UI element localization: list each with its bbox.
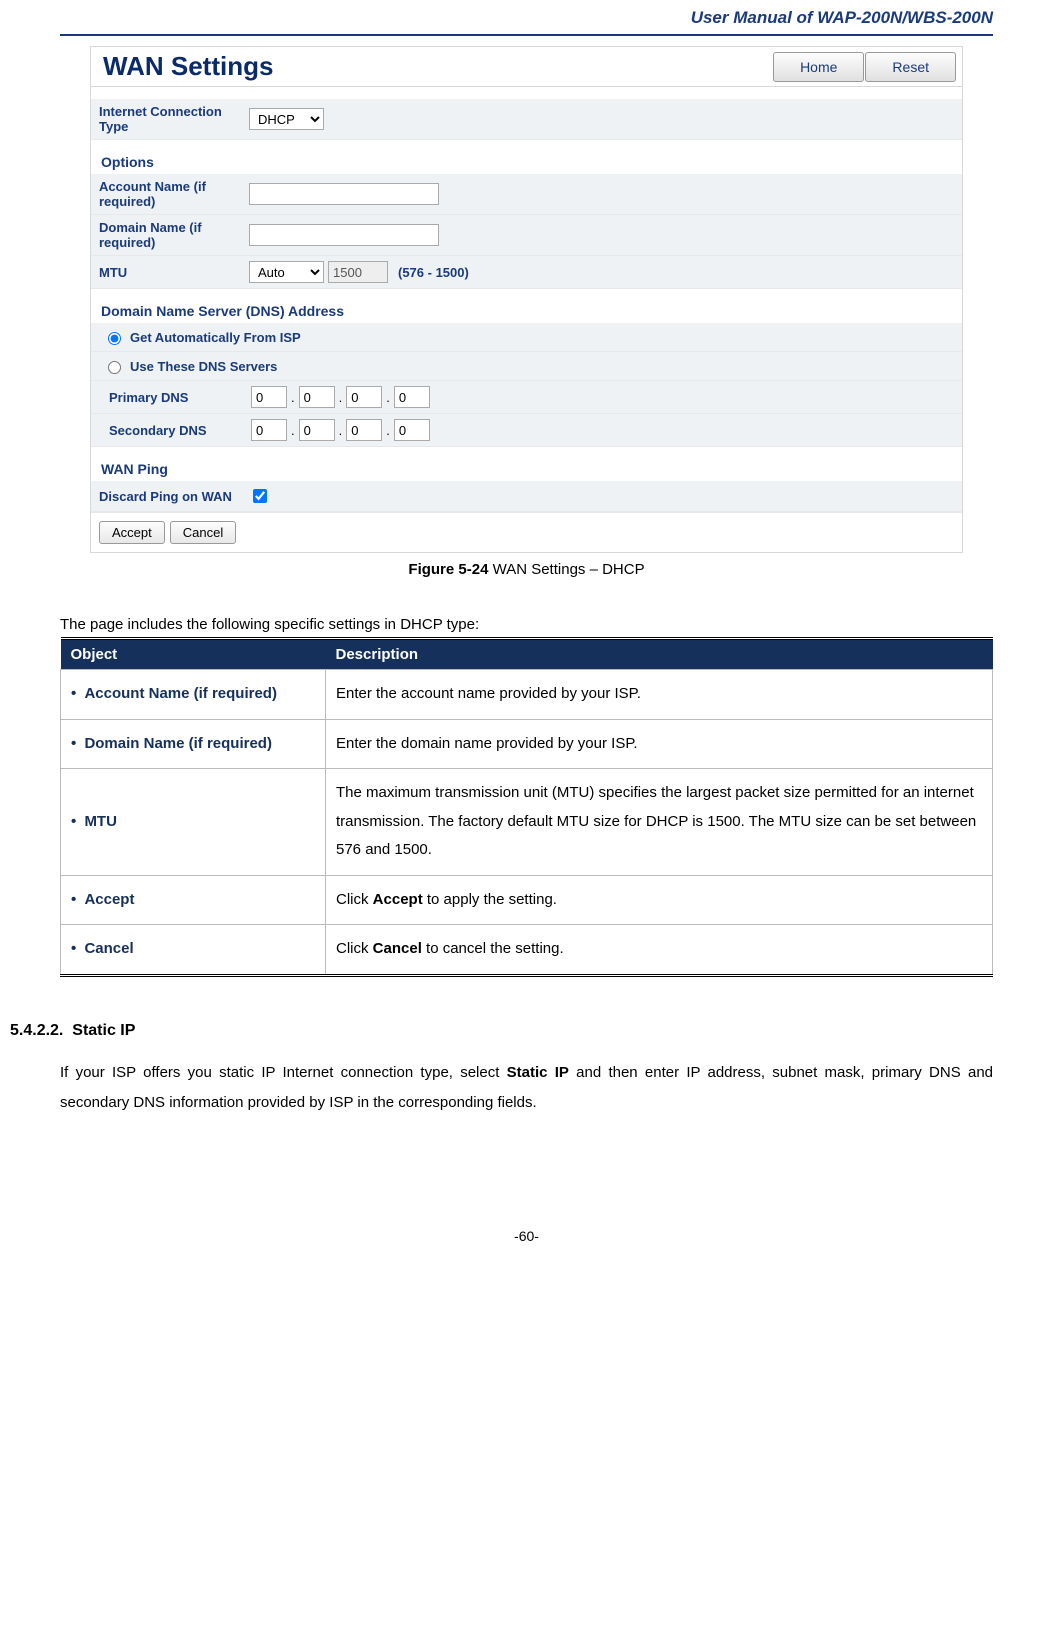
desc-cell: Click Cancel to cancel the setting. — [326, 925, 993, 976]
secondary-dns-oct2[interactable] — [299, 419, 335, 441]
secondary-dns-oct1[interactable] — [251, 419, 287, 441]
dns-auto-label: Get Automatically From ISP — [130, 330, 301, 345]
mtu-value-input — [328, 261, 388, 283]
section-body: If your ISP offers you static IP Interne… — [60, 1058, 993, 1118]
account-name-label: Account Name (if required) — [99, 179, 249, 209]
mtu-mode-select[interactable]: Auto — [249, 261, 324, 283]
secondary-dns-oct4[interactable] — [394, 419, 430, 441]
desc-cell: The maximum transmission unit (MTU) spec… — [326, 769, 993, 876]
page-number: -60- — [60, 1118, 993, 1244]
home-button[interactable]: Home — [773, 52, 864, 82]
discard-ping-label: Discard Ping on WAN — [99, 489, 249, 504]
primary-dns-oct1[interactable] — [251, 386, 287, 408]
dns-manual-label: Use These DNS Servers — [130, 359, 277, 374]
obj-cell: Cancel — [84, 940, 133, 957]
desc-cell: Click Accept to apply the setting. — [326, 875, 993, 925]
dns-manual-radio[interactable] — [108, 361, 121, 374]
section-heading: 5.4.2.2. Static IP — [10, 1022, 993, 1040]
reset-button[interactable]: Reset — [865, 52, 956, 82]
mtu-label: MTU — [99, 265, 249, 280]
desc-cell: Enter the domain name provided by your I… — [326, 719, 993, 769]
table-row: • MTU The maximum transmission unit (MTU… — [61, 769, 993, 876]
table-row: • Domain Name (if required) Enter the do… — [61, 719, 993, 769]
obj-cell: Account Name (if required) — [84, 685, 277, 702]
table-row: • Accept Click Accept to apply the setti… — [61, 875, 993, 925]
figure-caption: Figure 5-24 WAN Settings – DHCP — [60, 553, 993, 598]
conn-type-label: Internet Connection Type — [99, 104, 249, 134]
primary-dns-label: Primary DNS — [109, 390, 251, 405]
primary-dns-oct2[interactable] — [299, 386, 335, 408]
secondary-dns-label: Secondary DNS — [109, 423, 251, 438]
table-row: • Cancel Click Cancel to cancel the sett… — [61, 925, 993, 976]
intro-text: The page includes the following specific… — [60, 616, 993, 633]
discard-ping-checkbox[interactable] — [253, 489, 267, 503]
options-heading: Options — [91, 140, 962, 174]
secondary-dns-oct3[interactable] — [346, 419, 382, 441]
th-description: Description — [326, 639, 993, 670]
wan-ping-heading: WAN Ping — [91, 447, 962, 481]
domain-name-input[interactable] — [249, 224, 439, 246]
desc-cell: Enter the account name provided by your … — [326, 670, 993, 720]
wan-title: WAN Settings — [97, 51, 273, 82]
doc-header: User Manual of WAP-200N/WBS-200N — [60, 0, 993, 36]
figure-text: WAN Settings – DHCP — [488, 561, 644, 578]
dns-section-heading: Domain Name Server (DNS) Address — [91, 289, 962, 323]
primary-dns-oct4[interactable] — [394, 386, 430, 408]
accept-button[interactable]: Accept — [99, 521, 165, 544]
obj-cell: Domain Name (if required) — [84, 735, 272, 752]
cancel-button[interactable]: Cancel — [170, 521, 236, 544]
conn-type-select[interactable]: DHCP — [249, 108, 324, 130]
table-row: • Account Name (if required) Enter the a… — [61, 670, 993, 720]
domain-name-label: Domain Name (if required) — [99, 220, 249, 250]
th-object: Object — [61, 639, 326, 670]
obj-cell: Accept — [84, 891, 134, 908]
dns-auto-radio[interactable] — [108, 332, 121, 345]
account-name-input[interactable] — [249, 183, 439, 205]
description-table: Object Description • Account Name (if re… — [60, 637, 993, 977]
obj-cell: MTU — [84, 813, 117, 830]
wan-settings-screenshot: WAN Settings Home Reset Internet Connect… — [90, 46, 963, 553]
figure-number: Figure 5-24 — [408, 561, 488, 578]
primary-dns-oct3[interactable] — [346, 386, 382, 408]
mtu-range-text: (576 - 1500) — [392, 265, 469, 280]
